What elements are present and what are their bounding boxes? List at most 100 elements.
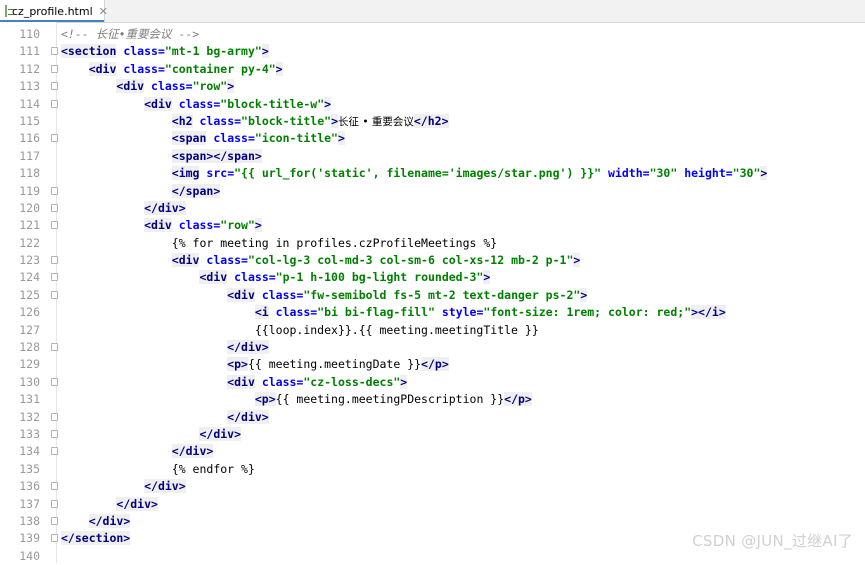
code-token: >: [573, 253, 581, 268]
code-line[interactable]: 126 <i class="bi bi-flag-fill" style="fo…: [0, 304, 865, 321]
line-number: 126: [19, 305, 40, 320]
code-line[interactable]: 128 </div>: [0, 339, 865, 356]
code-line[interactable]: 131 <p>{{ meeting.meetingPDescription }}…: [0, 391, 865, 408]
code-line[interactable]: 122 {% for meeting in profiles.czProfile…: [0, 235, 865, 252]
code-line[interactable]: 110 <!-- 长征•重要会议 -->: [0, 26, 865, 43]
code-token: <i: [254, 305, 269, 320]
code-token: <section: [61, 44, 117, 59]
fold-marker-icon[interactable]: [51, 99, 58, 108]
editor-tab-bar: cz_profile.html ✕: [0, 0, 865, 23]
code-text: </div>: [61, 339, 269, 356]
code-line[interactable]: 111 <section class="mt-1 bg-army">: [0, 43, 865, 60]
code-token: >: [760, 166, 768, 181]
code-token: "row": [192, 79, 228, 94]
code-token: class=: [206, 253, 248, 268]
code-token: "block-title-w": [220, 96, 325, 111]
code-text: <div class="container py-4">: [61, 61, 283, 78]
code-line[interactable]: 130 <div class="cz-loss-decs">: [0, 374, 865, 391]
line-number: 124: [19, 270, 40, 285]
code-token: 长征 • 重要会议: [338, 115, 414, 128]
fold-marker-icon[interactable]: [51, 47, 58, 56]
code-token: "row": [220, 218, 255, 233]
fold-marker-icon[interactable]: [51, 82, 58, 91]
code-line[interactable]: 112 <div class="container py-4">: [0, 61, 865, 78]
code-line[interactable]: 127 {{loop.index}}.{{ meeting.meetingTit…: [0, 322, 865, 339]
fold-marker-icon[interactable]: [51, 377, 58, 386]
code-line[interactable]: 119 </span>: [0, 183, 865, 200]
code-token: <div: [227, 374, 255, 389]
code-token: "p-1 h-100 bg-light rounded-3": [275, 270, 484, 285]
fold-marker-icon[interactable]: [51, 256, 58, 265]
code-line[interactable]: 116 <span class="icon-title">: [0, 130, 865, 147]
code-token: <div: [144, 218, 172, 233]
code-line[interactable]: 132 </div>: [0, 409, 865, 426]
code-token: class=: [178, 96, 221, 111]
line-number: 128: [19, 340, 40, 355]
code-text: </span>: [61, 183, 221, 200]
line-number: 135: [19, 461, 40, 476]
fold-marker-icon[interactable]: [51, 290, 58, 299]
code-line[interactable]: 115 <h2 class="block-title">长征 • 重要会议</h…: [0, 113, 865, 130]
code-text: <span class="icon-title">: [61, 130, 345, 147]
fold-marker-icon[interactable]: [51, 186, 58, 195]
file-tab[interactable]: cz_profile.html ✕: [0, 0, 108, 22]
fold-marker-icon[interactable]: [51, 482, 58, 491]
code-line[interactable]: 123 <div class="col-lg-3 col-md-3 col-sm…: [0, 252, 865, 269]
code-text: </div>: [61, 200, 186, 217]
fold-marker-icon[interactable]: [51, 273, 58, 282]
fold-marker-icon[interactable]: [51, 221, 58, 230]
code-token: <span: [171, 131, 207, 146]
code-token: </div>: [199, 426, 242, 441]
fold-marker-icon[interactable]: [51, 429, 58, 438]
line-number: 121: [19, 218, 40, 233]
code-line[interactable]: 125 <div class="fw-semibold fs-5 mt-2 te…: [0, 287, 865, 304]
fold-marker-icon[interactable]: [51, 64, 58, 73]
code-token: >: [400, 374, 408, 389]
fold-marker-icon[interactable]: [51, 447, 58, 456]
fold-marker-icon[interactable]: [51, 343, 58, 352]
code-text: <div class="row">: [61, 217, 262, 234]
line-number: 112: [19, 61, 40, 76]
code-token: width=: [608, 166, 650, 181]
fold-marker-icon[interactable]: [51, 203, 58, 212]
code-line[interactable]: 133 </div>: [0, 426, 865, 443]
code-text: <i class="bi bi-flag-fill" style="font-s…: [61, 304, 726, 321]
fold-marker-icon[interactable]: [51, 499, 58, 508]
fold-marker-icon[interactable]: [51, 516, 58, 525]
code-line[interactable]: 118 <img src="{{ url_for('static', filen…: [0, 165, 865, 182]
fold-marker-icon[interactable]: [51, 534, 58, 543]
code-line[interactable]: 113 <div class="row">: [0, 78, 865, 95]
fold-marker-icon[interactable]: [51, 134, 58, 143]
code-line[interactable]: 134 </div>: [0, 443, 865, 460]
code-token: </div>: [144, 479, 186, 494]
code-line[interactable]: 117 <span></span>: [0, 148, 865, 165]
code-editor[interactable]: 110 <!-- 长征•重要会议 --> 111 <section class="mt…: [0, 26, 865, 565]
code-line[interactable]: 135 {% endfor %}: [0, 461, 865, 478]
code-line[interactable]: 121 <div class="row">: [0, 217, 865, 234]
code-token: >: [324, 96, 332, 111]
code-line[interactable]: 129 <p>{{ meeting.meetingDate }}</p>: [0, 356, 865, 373]
code-token: {% endfor %}: [171, 461, 255, 476]
code-text: </div>: [61, 496, 158, 513]
fold-marker-icon[interactable]: [51, 412, 58, 421]
code-line[interactable]: 120 </div>: [0, 200, 865, 217]
code-line[interactable]: 136 </div>: [0, 478, 865, 495]
code-token: >: [227, 79, 235, 94]
close-icon[interactable]: ✕: [99, 6, 108, 17]
code-line[interactable]: 137 </div>: [0, 496, 865, 513]
line-number: 115: [19, 113, 40, 128]
code-line[interactable]: 138 </div>: [0, 513, 865, 530]
code-token: </div>: [144, 200, 186, 215]
code-line[interactable]: 124 <div class="p-1 h-100 bg-light round…: [0, 269, 865, 286]
code-line[interactable]: 114 <div class="block-title-w">: [0, 96, 865, 113]
code-token: class=: [199, 113, 242, 128]
